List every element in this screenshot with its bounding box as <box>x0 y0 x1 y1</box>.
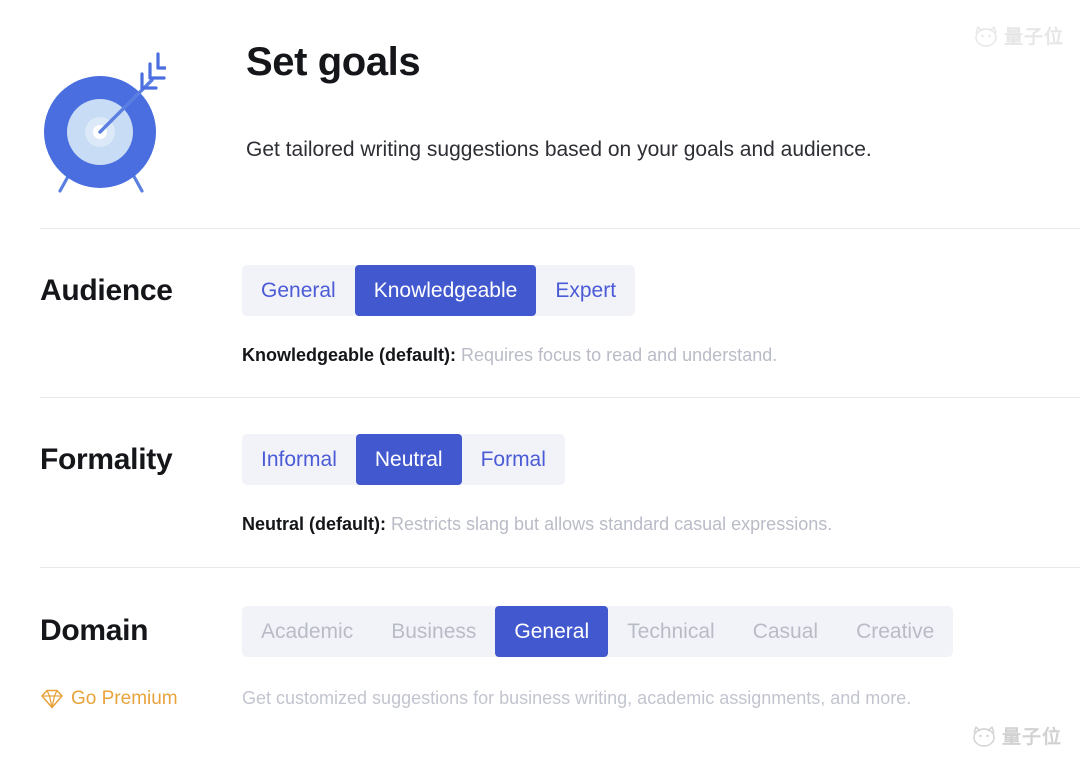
go-premium-label: Go Premium <box>71 687 178 709</box>
formality-description-strong: Neutral (default): <box>242 514 386 535</box>
section-label-formality: Formality <box>40 442 173 476</box>
audience-description: Knowledgeable (default): Requires focus … <box>242 316 1080 397</box>
formality-option-informal[interactable]: Informal <box>242 434 356 485</box>
set-goals-panel: Set goals Get tailored writing suggestio… <box>0 0 1080 779</box>
domain-option-academic[interactable]: Academic <box>242 606 372 657</box>
formality-segmented-control[interactable]: Informal Neutral Formal <box>242 434 565 486</box>
header-text-block: Set goals Get tailored writing suggestio… <box>246 34 872 163</box>
domain-segmented-control[interactable]: Academic Business General Technical Casu… <box>242 605 954 657</box>
audience-option-knowledgeable[interactable]: Knowledgeable <box>354 265 537 316</box>
audience-description-text: Requires focus to read and understand. <box>456 345 778 365</box>
audience-description-strong: Knowledgeable (default): <box>242 345 457 365</box>
formality-description: Neutral (default): Restricts slang but a… <box>242 485 1080 566</box>
section-label-audience: Audience <box>40 273 173 307</box>
domain-option-creative[interactable]: Creative <box>837 606 953 657</box>
domain-option-technical[interactable]: Technical <box>608 606 734 657</box>
audience-option-expert[interactable]: Expert <box>536 265 635 316</box>
formality-option-neutral[interactable]: Neutral <box>355 434 462 486</box>
formality-description-text: Restricts slang but allows standard casu… <box>386 514 833 535</box>
watermark-text-bottom: 量子位 <box>1001 726 1062 748</box>
premium-description: Get customized suggestions for business … <box>242 688 912 709</box>
page-title: Set goals <box>246 40 421 84</box>
audience-segmented-control[interactable]: General Knowledgeable Expert <box>242 265 636 316</box>
audience-row: Audience General Knowledgeable Expert <box>40 229 1080 316</box>
audience-option-general[interactable]: General <box>242 265 355 316</box>
section-label-domain: Domain <box>40 614 149 648</box>
go-premium-button[interactable]: Go Premium <box>40 687 242 711</box>
panel-header: Set goals Get tailored writing suggestio… <box>0 0 1080 228</box>
watermark-bottom-right: 量子位 <box>971 722 1062 749</box>
qbitai-cat-icon-bottom <box>971 725 997 747</box>
domain-option-casual[interactable]: Casual <box>734 606 837 657</box>
formality-option-formal[interactable]: Formal <box>462 434 565 485</box>
section-formality: Formality Informal Neutral Formal Neutra… <box>0 398 1080 566</box>
domain-row: Domain Academic Business General Technic… <box>40 568 1080 657</box>
domain-option-business[interactable]: Business <box>372 606 495 657</box>
domain-option-general[interactable]: General <box>495 605 609 657</box>
formality-row: Formality Informal Neutral Formal <box>40 398 1080 486</box>
section-audience: Audience General Knowledgeable Expert Kn… <box>0 229 1080 397</box>
target-arrow-icon <box>42 44 174 194</box>
page-subtitle: Get tailored writing suggestions based o… <box>246 138 872 161</box>
premium-row: Go Premium Get customized suggestions fo… <box>0 657 1080 711</box>
diamond-gem-icon <box>40 687 64 711</box>
section-domain: Domain Academic Business General Technic… <box>0 568 1080 657</box>
